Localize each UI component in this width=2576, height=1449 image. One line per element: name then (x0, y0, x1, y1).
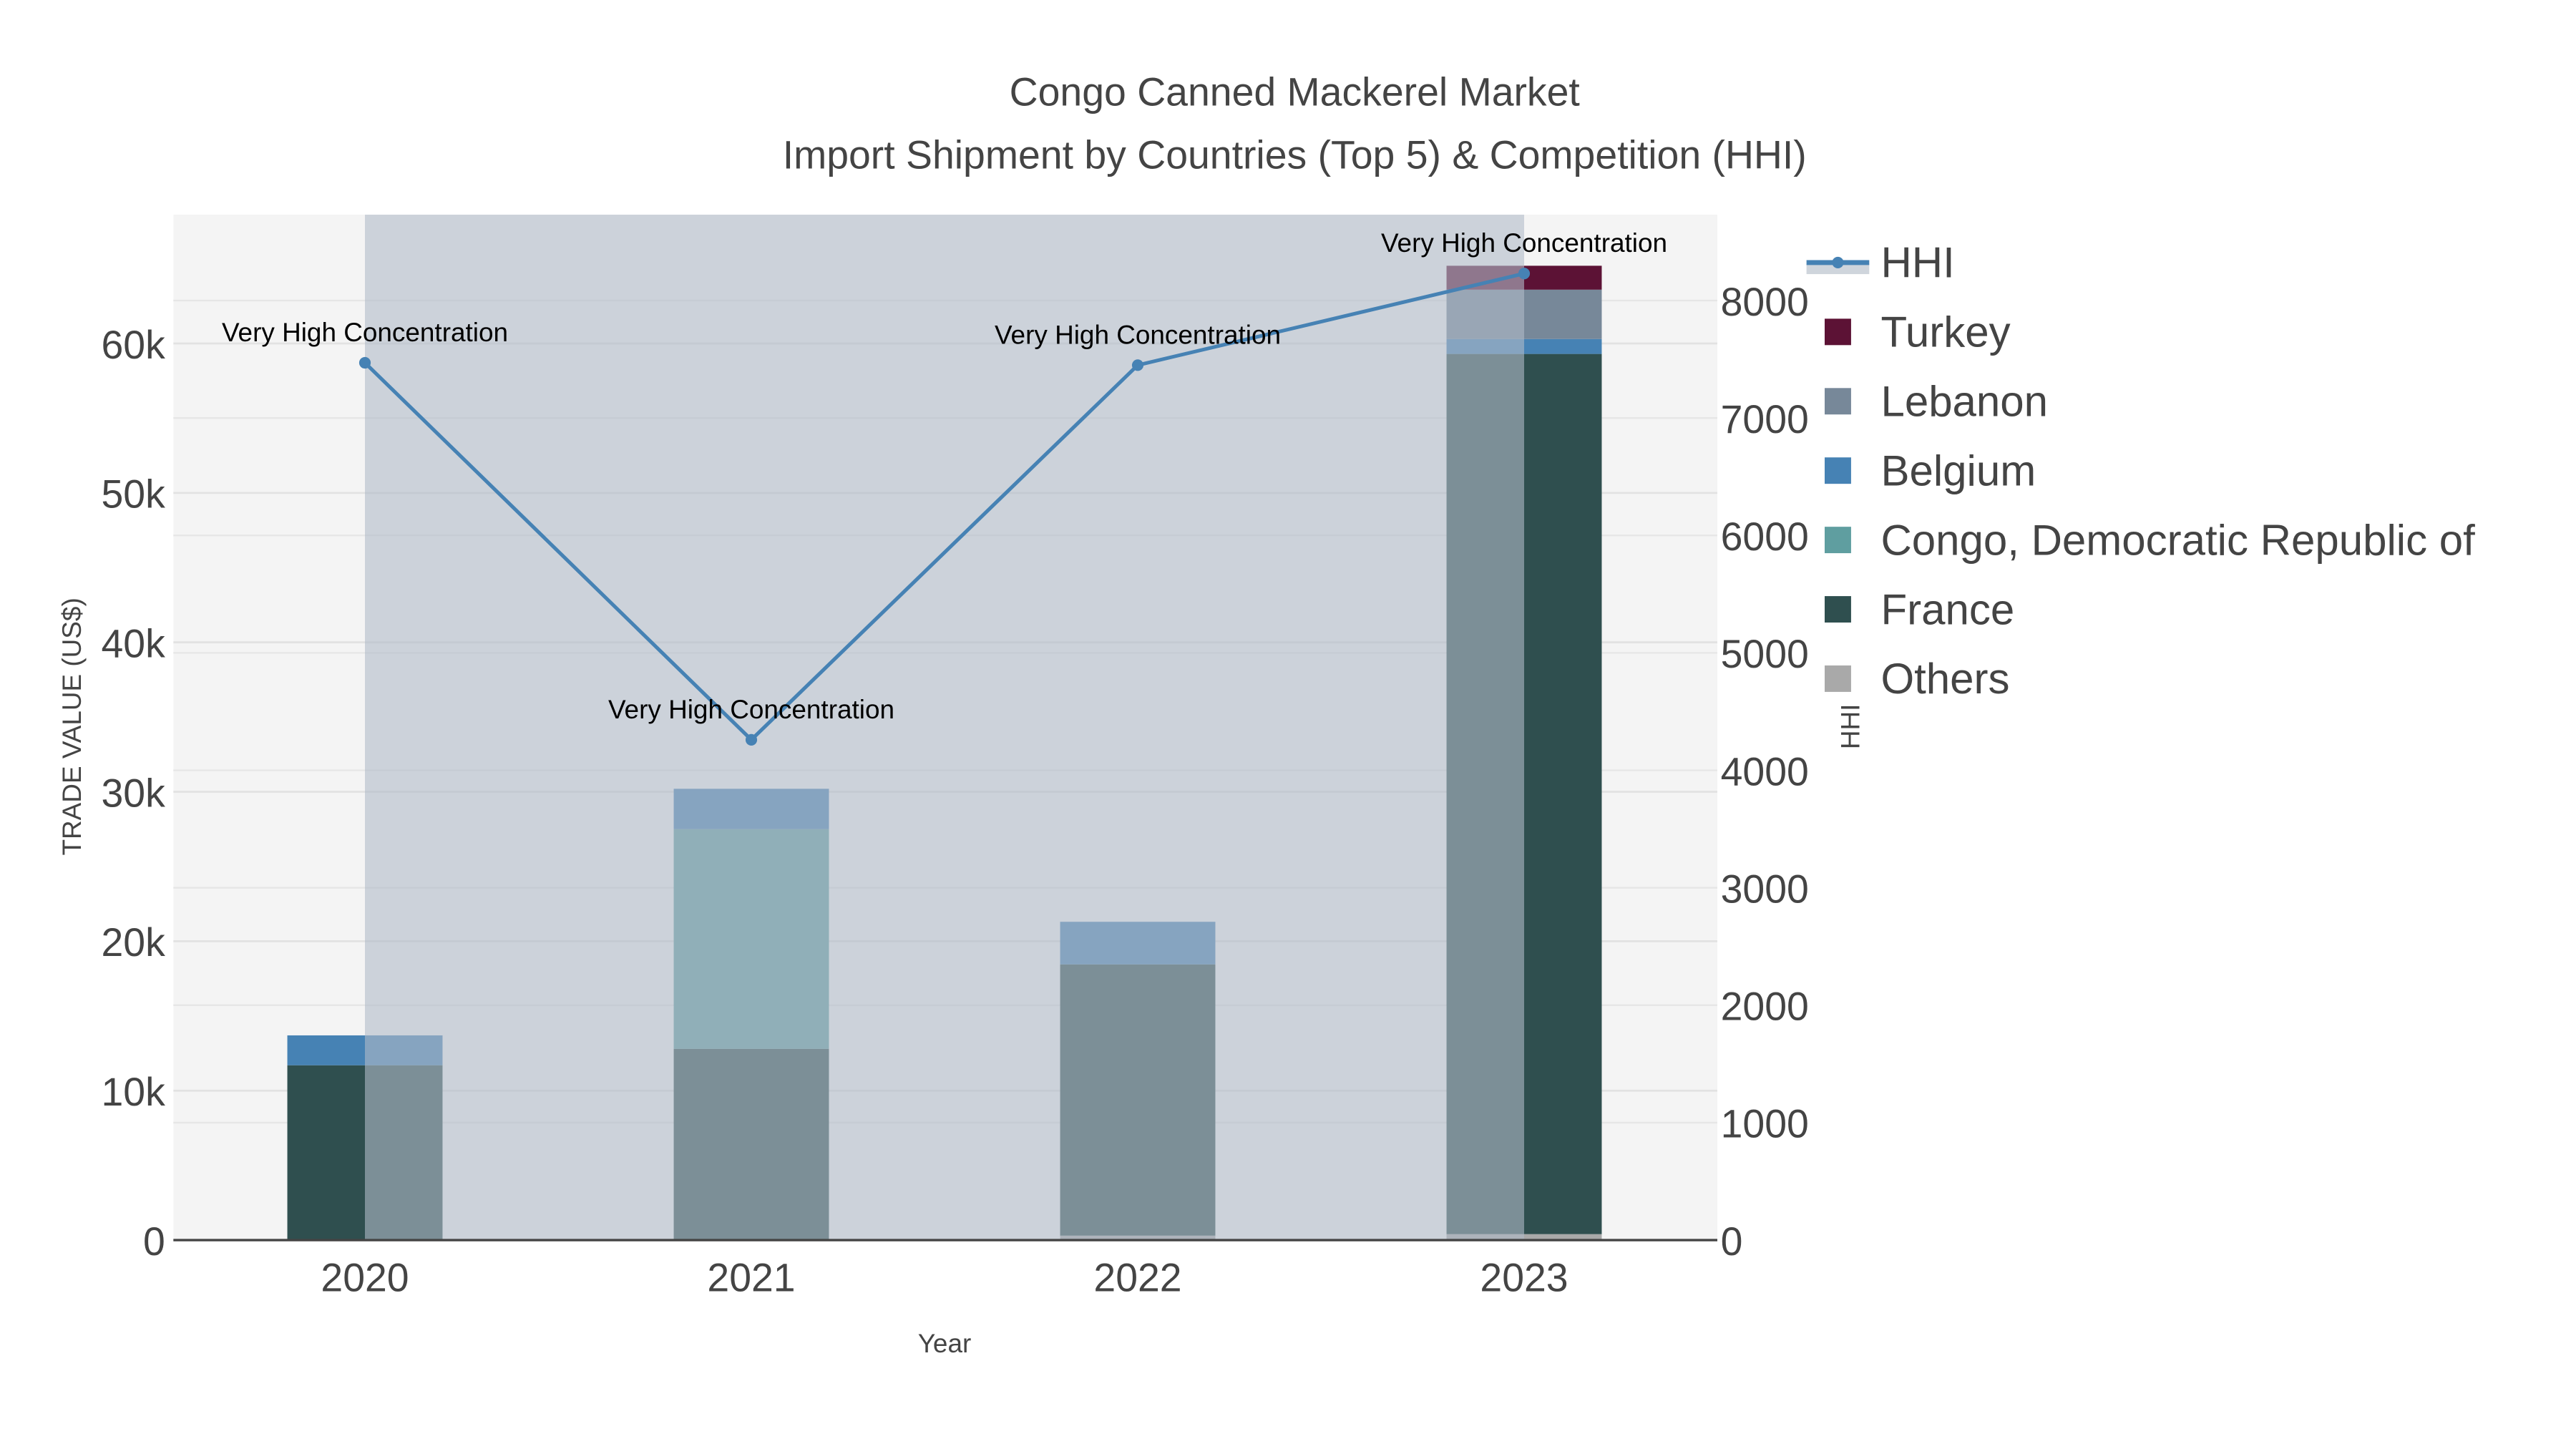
hhi-annotation: Very High Concentration (608, 695, 894, 724)
legend-label: France (1880, 585, 2014, 633)
hhi-annotation: Very High Concentration (222, 318, 508, 347)
legend-label: Others (1880, 655, 2009, 703)
chart-subtitle: Import Shipment by Countries (Top 5) & C… (783, 132, 1807, 177)
chart: Very High Concentration Very High Concent… (57, 70, 2475, 1358)
hhi-annotation: Very High Concentration (995, 320, 1281, 349)
y-tick-label: 20k (101, 920, 165, 965)
y2-tick-label: 3000 (1721, 867, 1809, 911)
chart-title: Congo Canned Mackerel Market (1010, 70, 1580, 114)
legend-swatch-belgium (1825, 457, 1851, 484)
y-tick-label: 60k (101, 323, 165, 367)
hhi-annotation: Very High Concentration (1381, 228, 1667, 258)
y2-axis-label: HHI (1835, 704, 1865, 750)
legend-hhi-marker (1832, 256, 1844, 268)
y2-tick-label: 0 (1721, 1219, 1743, 1264)
legend-swatch-congo-democratic-republic-of (1825, 527, 1851, 554)
x-tick-label: 2022 (1093, 1256, 1181, 1300)
hhi-point (1518, 268, 1531, 280)
y-tick-label: 10k (101, 1070, 165, 1114)
y2-tick-label: 5000 (1721, 632, 1809, 676)
y2-tick-label: 7000 (1721, 397, 1809, 441)
hhi-point (1131, 359, 1144, 371)
x-tick-label: 2020 (321, 1256, 409, 1300)
y-tick-label: 50k (101, 472, 165, 517)
y-tick-label: 40k (101, 621, 165, 665)
y-axis-label: TRADE VALUE (US$) (57, 597, 87, 855)
legend-label: Belgium (1880, 447, 2036, 494)
y2-tick-label: 6000 (1721, 514, 1809, 559)
y-tick-label: 0 (143, 1219, 165, 1264)
x-axis-label: Year (918, 1329, 972, 1358)
legend-label: Turkey (1880, 308, 2010, 356)
legend-swatch-turkey (1825, 318, 1851, 346)
hhi-point (745, 733, 758, 746)
legend-label: HHI (1880, 239, 1954, 287)
legend-swatch-france (1825, 596, 1851, 623)
x-tick-label: 2023 (1480, 1256, 1568, 1300)
y2-tick-label: 4000 (1721, 749, 1809, 794)
legend-swatch-others (1825, 665, 1851, 692)
hhi-fill-area (365, 215, 1524, 1241)
x-tick-label: 2021 (707, 1256, 795, 1300)
hhi-point (358, 356, 371, 369)
y2-tick-label: 8000 (1721, 280, 1809, 324)
y2-tick-label: 2000 (1721, 985, 1809, 1029)
y-tick-label: 30k (101, 771, 165, 815)
y2-tick-label: 1000 (1721, 1102, 1809, 1146)
legend-label: Lebanon (1880, 378, 2048, 426)
legend-swatch-lebanon (1825, 388, 1851, 415)
legend-label: Congo, Democratic Republic of (1880, 516, 2475, 564)
